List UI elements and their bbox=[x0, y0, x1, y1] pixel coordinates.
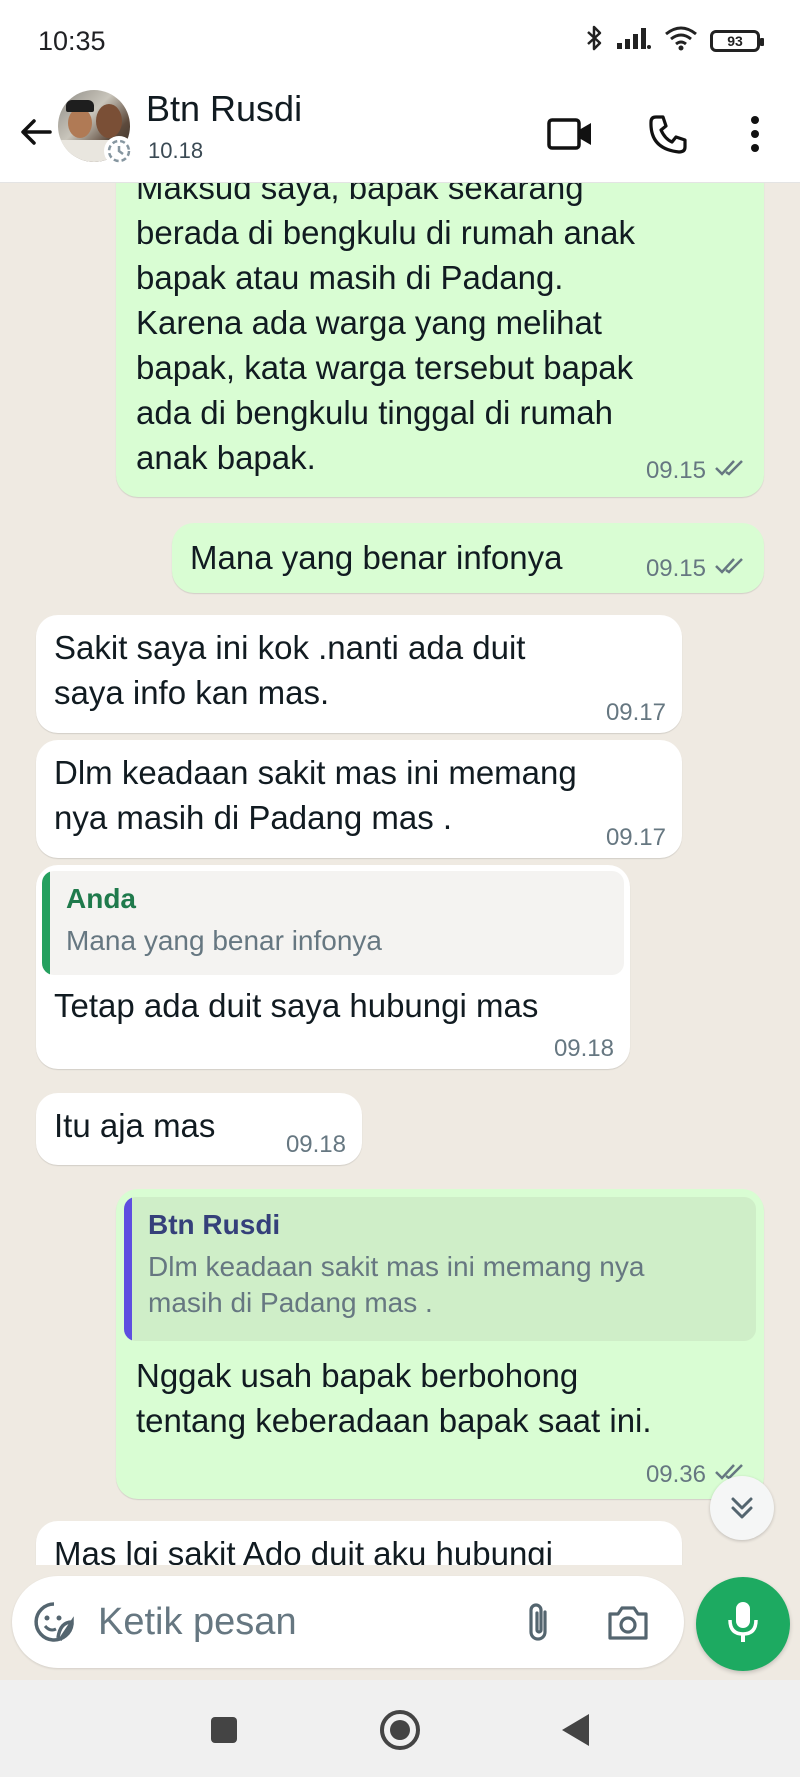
message-meta: 09.17 bbox=[606, 699, 666, 727]
message-text: Dlm keadaan sakit mas ini memang nya mas… bbox=[54, 754, 577, 836]
status-time: 10:35 bbox=[38, 26, 106, 56]
back-arrow-icon[interactable] bbox=[12, 108, 60, 156]
quote-author: Anda bbox=[66, 883, 136, 914]
message-bubble-outgoing[interactable]: Btn Rusdi Dlm keadaan sakit mas ini mema… bbox=[116, 1189, 764, 1499]
quote-text: Mana yang benar infonya bbox=[66, 925, 382, 956]
message-time: 09.18 bbox=[285, 1131, 346, 1158]
message-meta: 09.18 bbox=[286, 1131, 346, 1159]
message-meta: 09.15 bbox=[646, 457, 748, 485]
message-time: 09.17 bbox=[605, 824, 666, 851]
scroll-down-icon[interactable] bbox=[710, 1476, 774, 1540]
signal-icon bbox=[616, 26, 652, 55]
message-input[interactable] bbox=[98, 1596, 498, 1648]
message-text: Mas lgi sakit Ado duit aku hubungi bbox=[54, 1535, 553, 1565]
message-bubble-incoming[interactable]: Dlm keadaan sakit mas ini memang nya mas… bbox=[36, 740, 682, 858]
phone-icon[interactable] bbox=[640, 106, 696, 162]
camera-icon[interactable] bbox=[604, 1598, 652, 1646]
battery-icon: 93 bbox=[710, 29, 764, 52]
quote-author: Btn Rusdi bbox=[148, 1209, 281, 1240]
message-bubble-incoming[interactable]: Sakit saya ini kok .nanti ada duit saya … bbox=[36, 615, 682, 733]
status-icons: 93 bbox=[586, 24, 764, 57]
message-text: Mana yang benar infonya bbox=[190, 539, 563, 576]
read-tick-icon bbox=[714, 457, 748, 485]
message-bubble-incoming[interactable]: Anda Mana yang benar infonya Tetap ada d… bbox=[36, 865, 630, 1069]
emoji-sticker-icon[interactable] bbox=[30, 1598, 78, 1646]
message-time: 09.36 bbox=[645, 1461, 706, 1488]
message-meta: 09.15 bbox=[646, 555, 748, 583]
system-nav-bar bbox=[0, 1680, 800, 1777]
mic-button[interactable] bbox=[696, 1577, 790, 1671]
message-composer bbox=[12, 1576, 684, 1668]
chat-area[interactable]: Maksud saya, bapak sekarang berada di be… bbox=[0, 183, 800, 1565]
message-text: Tetap ada duit saya hubungi mas bbox=[54, 987, 539, 1024]
more-vert-icon[interactable] bbox=[727, 106, 783, 162]
read-tick-icon bbox=[714, 555, 748, 583]
nav-recents-icon[interactable] bbox=[196, 1702, 252, 1758]
message-bubble-incoming[interactable]: Itu aja mas 09.18 bbox=[36, 1093, 362, 1165]
chat-header: Btn Rusdi 10.18 bbox=[0, 86, 800, 183]
quote-text: Dlm keadaan sakit mas ini memang nya mas… bbox=[148, 1251, 645, 1318]
message-time: 09.15 bbox=[645, 555, 706, 582]
wifi-icon bbox=[664, 25, 698, 56]
message-bubble-outgoing[interactable]: Mana yang benar infonya 09.15 bbox=[172, 523, 764, 593]
message-text: Sakit saya ini kok .nanti ada duit saya … bbox=[54, 629, 526, 711]
message-bubble-incoming[interactable]: Mas lgi sakit Ado duit aku hubungi bbox=[36, 1521, 682, 1565]
status-update-icon bbox=[104, 136, 134, 166]
message-text: Itu aja mas bbox=[54, 1107, 216, 1144]
attach-icon[interactable] bbox=[514, 1598, 562, 1646]
bluetooth-icon bbox=[586, 24, 604, 57]
video-call-icon[interactable] bbox=[542, 106, 598, 162]
contact-name[interactable]: Btn Rusdi bbox=[146, 88, 302, 130]
quoted-message[interactable]: Btn Rusdi Dlm keadaan sakit mas ini mema… bbox=[124, 1197, 756, 1341]
message-time: 09.17 bbox=[605, 699, 666, 726]
message-time: 09.18 bbox=[553, 1035, 614, 1062]
message-meta: 09.17 bbox=[606, 824, 666, 852]
mic-icon bbox=[726, 1600, 760, 1649]
message-text: Nggak usah bapak berbohong tentang keber… bbox=[136, 1357, 652, 1439]
message-text: Maksud saya, bapak sekarang berada di be… bbox=[136, 183, 636, 476]
nav-back-icon[interactable] bbox=[548, 1702, 604, 1758]
quoted-message[interactable]: Anda Mana yang benar infonya bbox=[42, 871, 624, 975]
contact-subtitle: 10.18 bbox=[148, 138, 204, 163]
status-bar: 10:35 93 bbox=[0, 0, 800, 86]
nav-home-icon[interactable] bbox=[372, 1702, 428, 1758]
message-bubble-outgoing[interactable]: Maksud saya, bapak sekarang berada di be… bbox=[116, 183, 764, 497]
message-meta: 09.18 bbox=[554, 1035, 614, 1063]
message-time: 09.15 bbox=[645, 457, 706, 484]
